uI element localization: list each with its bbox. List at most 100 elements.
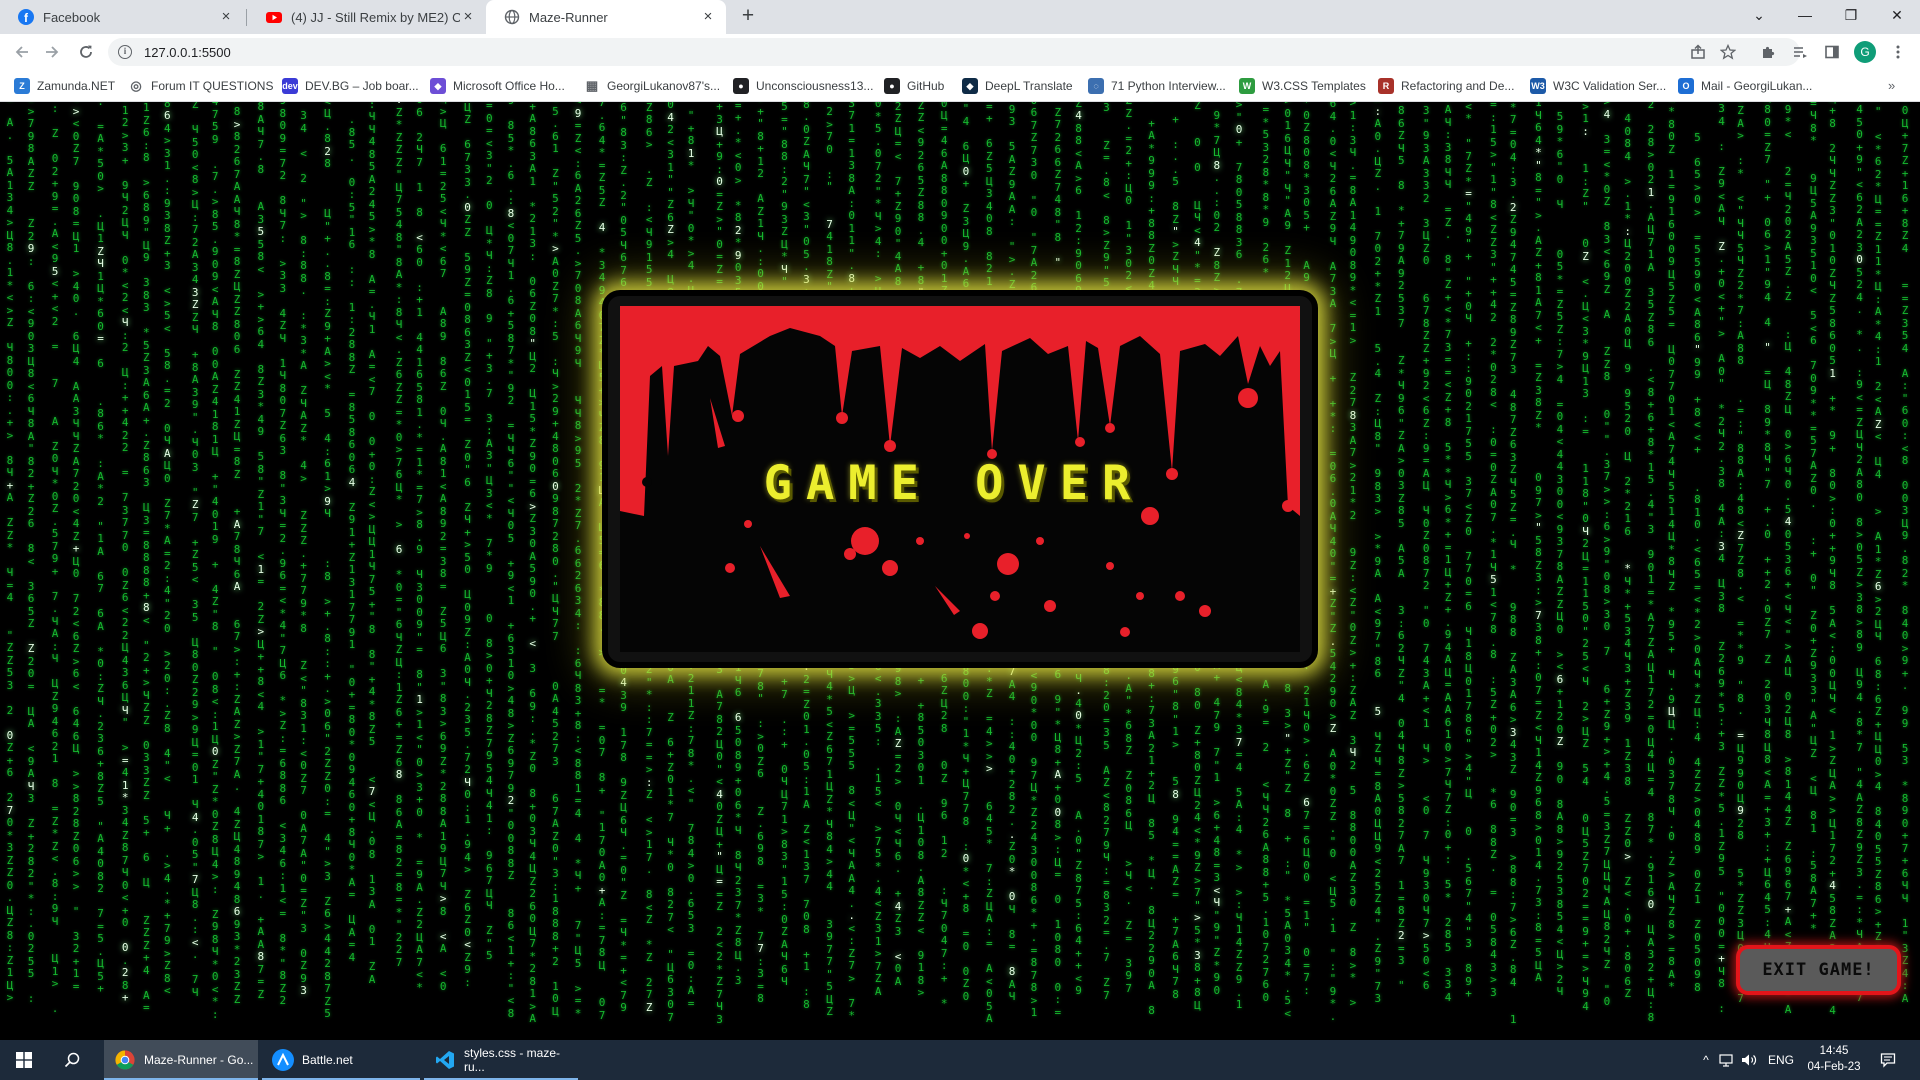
browser-title-bar: f Facebook × (4) JJ - Still Remix by ME2…: [0, 0, 1920, 34]
outlook-icon: O: [1678, 78, 1694, 94]
bookmark-item[interactable]: ● Unconsciousness13...: [733, 77, 873, 95]
bookmark-item[interactable]: W3 W3C Validation Ser...: [1530, 77, 1666, 95]
bookmark-item[interactable]: W W3.CSS Templates: [1239, 77, 1366, 95]
matrix-rain-column: Ц < * " 7 Z * = " 4 9 " + " + 0 Ч + : : …: [1465, 102, 1472, 1001]
matrix-rain-column: : Z 0 2 + 9 = . A < 9 5 < + < 2 = 7 A Z …: [51, 102, 59, 1016]
clock[interactable]: 14:45 04-Feb-23: [1802, 1043, 1866, 1075]
matrix-rain-column: 9 0 + 8 6 Z Ч 5 8 * + 7 9 A 9 2 5 3 7 Z …: [1397, 102, 1405, 993]
matrix-rain-column: Ц > Ц 6 1 = 2 5 < Ч * < 6 7 A 8 9 8 6 Z …: [439, 102, 447, 993]
reading-list-button[interactable]: [1786, 38, 1814, 66]
network-icon[interactable]: [1716, 1053, 1738, 1067]
bookmark-item[interactable]: ◌ 71 Python Interview...: [1088, 77, 1226, 95]
bookmarks-overflow-button[interactable]: »: [1888, 78, 1895, 93]
matrix-rain-column: + + 1 Ч 6 4 * " 8 = " > . A Z + 8 1 A 7 …: [1535, 102, 1542, 985]
matrix-rain-column: Ч 0 Z A > : * < " Ч Ч 5 Ч Z 2 * 7 : A 8 …: [1737, 102, 1744, 1005]
page-icon: ▦: [585, 78, 599, 93]
extensions-button[interactable]: [1754, 38, 1782, 66]
tab-label: Facebook: [43, 9, 101, 25]
tab-search-button[interactable]: ⌄: [1736, 0, 1782, 30]
close-tab-icon[interactable]: ×: [218, 9, 234, 25]
forward-button[interactable]: [38, 38, 66, 66]
github-icon: ●: [733, 78, 749, 94]
tab-facebook[interactable]: f Facebook ×: [0, 0, 244, 34]
bookmark-item[interactable]: dev DEV.BG – Job boar...: [282, 77, 419, 95]
devbg-icon: dev: [282, 78, 298, 94]
share-button[interactable]: [1684, 38, 1712, 66]
language-indicator[interactable]: ENG: [1768, 1053, 1794, 1067]
bookmark-label: Forum IT QUESTIONS: [151, 79, 274, 93]
bookmark-label: Unconsciousness13...: [756, 79, 874, 93]
matrix-rain-column: 3 7 4 0 8 4 > . 1 * : Ц 2 0 0 Z 2 A 0 Ц …: [1624, 112, 1631, 1000]
windows-taskbar: Maze-Runner - Go... Battle.net styles.cs…: [0, 1040, 1920, 1080]
minimize-button[interactable]: —: [1782, 0, 1828, 30]
tab-maze-runner[interactable]: Maze-Runner ×: [486, 0, 726, 34]
taskbar-app-battlenet[interactable]: Battle.net: [262, 1040, 420, 1080]
bookmark-item[interactable]: ▦ GeorgiLukanov87's...: [584, 77, 720, 95]
matrix-rain-column: 4 . * Ц Z 6 7 3 3 . 0 Z Z 5 9 Z = 0 8 6 …: [464, 102, 471, 989]
taskbar-app-vscode[interactable]: styles.css - maze-ru...: [424, 1040, 578, 1080]
matrix-rain-column: Ч = Ч 8 * 9 Ц 5 A 9 3 5 1 0 < 5 < 6 7 0 …: [1810, 102, 1817, 997]
matrix-rain-column: . 3 4 : Z 9 < A Ч Z . + 0 < + " > A 0 " …: [1718, 102, 1725, 1015]
arrow-left-icon: [15, 46, 28, 58]
side-panel-button[interactable]: [1818, 38, 1846, 66]
matrix-rain-column: 1 > 1 : 1 : Z " 0 Z < . Ц < 3 * 9 Ц 1 3 …: [1582, 102, 1589, 1013]
battlenet-icon: [272, 1049, 294, 1071]
profile-avatar[interactable]: G: [1854, 41, 1876, 63]
restore-button[interactable]: ❐: [1828, 0, 1874, 30]
site-info-icon[interactable]: i: [118, 45, 132, 59]
vscode-icon: [434, 1049, 456, 1071]
exit-game-button[interactable]: EXIT GAME!: [1736, 945, 1901, 995]
matrix-rain-column: + A 8 6 3 A 1 * 2 1 3 : 0 6 Z 0 8 " Ц 2 …: [529, 102, 536, 1025]
bookmark-item[interactable]: O Mail - GeorgiLukan...: [1678, 77, 1812, 95]
matrix-rain-column: < A : A 0 . Ц Z . 1 7 0 2 + * Z 1 5 . 4 …: [1374, 102, 1382, 1006]
matrix-rain-column: = 8 8 6 4 > 3 1 . : 9 3 8 Z + 3 < > 5 < …: [163, 102, 171, 998]
notifications-button[interactable]: [1870, 1040, 1906, 1080]
chrome-menu-button[interactable]: [1884, 38, 1912, 66]
tab-label: (4) JJ - Still Remix by ME2) Original: [291, 9, 460, 25]
bookmark-item[interactable]: R Refactoring and De...: [1378, 77, 1514, 95]
url-text[interactable]: 127.0.0.1:5500: [144, 45, 231, 60]
tab-youtube[interactable]: (4) JJ - Still Remix by ME2) Original ×: [248, 0, 486, 34]
bookmark-item[interactable]: ◆ Microsoft Office Ho...: [430, 77, 565, 95]
game-viewport: Z A . 5 A 1 3 4 > Ц 8 . 1 * < > Z Ч 8 0 …: [0, 102, 1920, 1040]
matrix-rain-column: Z 1 Z 6 : 8 > 6 8 9 " Ц 9 3 8 3 * 5 Z 3 …: [142, 102, 150, 1015]
matrix-rain-column: 8 . Z * Z Z Z " Ц 7 5 4 8 " 8 A * : 8 Ч …: [395, 102, 403, 969]
matrix-rain-column: Z " " " < * 6 2 * Ц = = Z 1 1 * Ц : A * …: [1874, 102, 1882, 993]
matrix-rain-column: 9 8 0 9 = 7 2 8 Ч 7 : > 3 3 4 Z Ч 1 Ч 8 …: [279, 102, 287, 1008]
globe-icon: ◎: [130, 78, 142, 93]
clock-time: 14:45: [1819, 1045, 1849, 1057]
matrix-rain-column: < 9 = Z < : 6 A 2 6 Z 5 . > 7 0 8 A 6 Ч …: [574, 102, 582, 1020]
address-bar[interactable]: i 127.0.0.1:5500: [108, 38, 1800, 66]
taskbar-app-label: Battle.net: [302, 1053, 353, 1067]
matrix-rain-column: 6 4 . 0 < Ч 2 6 A Z 9 Ч A 7 3 A 7 > Ц + …: [1329, 102, 1337, 1023]
matrix-rain-column: 4 5 . 6 1 Z " 5 2 " * > A 0 Z 7 * : 5 : …: [552, 102, 559, 1018]
matrix-rain-column: > 4 3 = < * 0 Z 8 3 < 6 9 Z A Z Z 8 0 " …: [1603, 102, 1611, 1009]
tab-label: Maze-Runner: [529, 9, 608, 25]
puzzle-icon: [1763, 46, 1775, 58]
bookmark-label: Microsoft Office Ho...: [453, 79, 565, 93]
deepl-icon: ◆: [962, 78, 978, 94]
bookmark-label: W3.CSS Templates: [1262, 79, 1366, 93]
reload-button[interactable]: [72, 38, 100, 66]
taskbar-app-chrome[interactable]: Maze-Runner - Go...: [104, 1040, 258, 1080]
bookmark-star-button[interactable]: [1714, 38, 1742, 66]
close-window-button[interactable]: ✕: [1874, 0, 1920, 30]
bookmark-item[interactable]: ◎ Forum IT QUESTIONS: [128, 77, 273, 95]
matrix-rain-column: A 8 3 4 < 2 " > 8 : 8 8 . : * 3 * A Z Ч …: [300, 109, 307, 998]
matrix-rain-column: 8 0 A Ч : 3 8 Ч Ч = Z . 8 " Z + < * 7 3 …: [1444, 102, 1452, 1004]
search-button[interactable]: [48, 1040, 96, 1080]
bookmark-label: DEV.BG – Job boar...: [305, 79, 419, 93]
volume-icon[interactable]: [1738, 1053, 1760, 1067]
new-tab-button[interactable]: +: [736, 5, 760, 29]
search-icon: [64, 1052, 80, 1068]
bookmark-item[interactable]: Z Zamunda.NET: [14, 77, 115, 95]
github-icon: ●: [884, 78, 900, 94]
bookmark-item[interactable]: ◆ DeepL Translate: [962, 77, 1073, 95]
start-button[interactable]: [0, 1040, 48, 1080]
zamunda-icon: Z: [14, 78, 30, 94]
chevron-up-icon[interactable]: ^: [1696, 1053, 1716, 1067]
back-button[interactable]: [8, 38, 36, 66]
close-tab-icon[interactable]: ×: [460, 9, 476, 25]
close-tab-icon[interactable]: ×: [700, 9, 716, 25]
bookmark-item[interactable]: ● GitHub: [884, 77, 944, 95]
